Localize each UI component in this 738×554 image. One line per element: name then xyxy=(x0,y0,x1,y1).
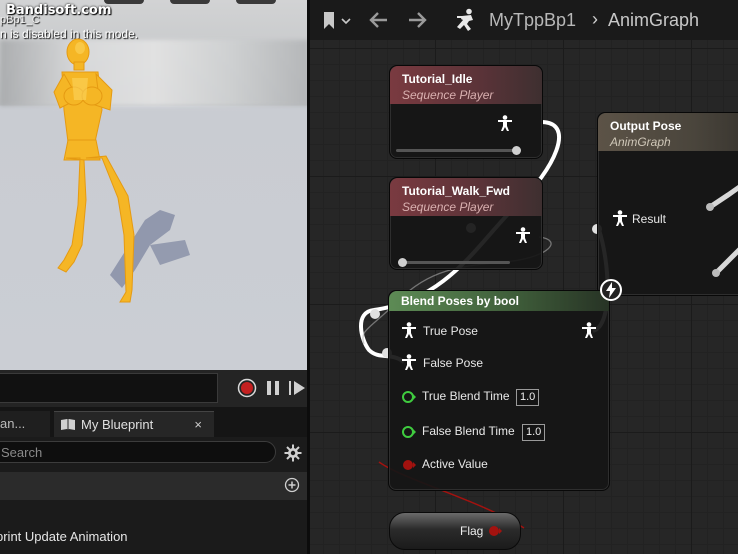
panel-tab-bar: an... My Blueprint × xyxy=(0,407,309,437)
anim-graph-editor[interactable]: MyTppBp1 › AnimGraph Tutorial_Idle Seque… xyxy=(309,0,738,554)
float-pin-icon[interactable] xyxy=(401,425,417,439)
book-icon xyxy=(61,419,75,430)
pose-pin-icon[interactable] xyxy=(401,322,417,339)
play-rate-slider[interactable] xyxy=(396,146,521,155)
pin-label-true-pose: True Pose xyxy=(423,324,478,338)
node-subtitle: AnimGraph xyxy=(610,135,671,149)
slider-knob[interactable] xyxy=(398,258,407,267)
pose-pin-icon[interactable] xyxy=(515,227,531,244)
node-title: Blend Poses by bool xyxy=(401,294,520,308)
node-output-pose[interactable]: Output Pose AnimGraph Result xyxy=(597,112,738,296)
tab-label: an... xyxy=(0,416,26,431)
viewport-toolbar-button[interactable] xyxy=(170,0,210,4)
node-blend-poses-by-bool[interactable]: Blend Poses by bool True Pose False Pose… xyxy=(388,279,622,491)
play-rate-slider[interactable] xyxy=(398,258,510,267)
animation-timeline xyxy=(0,370,309,407)
pin-label-false-pose: False Pose xyxy=(423,356,484,370)
pause-icon[interactable] xyxy=(263,378,283,398)
viewport-toolbar-button[interactable] xyxy=(236,0,276,4)
node-tutorial-idle[interactable]: Tutorial_Idle Sequence Player xyxy=(389,65,543,159)
character-mesh xyxy=(53,38,190,303)
node-title: Tutorial_Idle xyxy=(402,72,473,86)
my-blueprint-panel: an... My Blueprint × Search print Update… xyxy=(0,407,309,554)
pin-label-result: Result xyxy=(632,212,667,226)
node-subtitle: Sequence Player xyxy=(402,88,494,102)
add-icon[interactable] xyxy=(284,477,300,493)
timeline-scrubber[interactable] xyxy=(0,373,218,403)
tab-my-blueprint[interactable]: My Blueprint × xyxy=(54,411,214,437)
skeleton-preview-icon xyxy=(706,184,738,277)
search-row xyxy=(0,440,309,466)
false-blend-time-input[interactable]: 1.0 xyxy=(522,424,546,441)
node-flag-variable[interactable]: Flag xyxy=(389,512,521,550)
search-input[interactable] xyxy=(0,441,276,463)
category-header[interactable] xyxy=(0,472,309,500)
node-subtitle: Sequence Player xyxy=(402,200,494,214)
pin-label-active-value: Active Value xyxy=(422,457,488,471)
fast-path-icon xyxy=(600,279,622,301)
true-blend-time-input[interactable]: 1.0 xyxy=(516,389,540,406)
tab-anim-preview[interactable]: an... xyxy=(0,411,50,437)
close-icon[interactable]: × xyxy=(194,412,202,438)
play-icon[interactable] xyxy=(288,378,308,398)
pin-label-true-blend-time: True Blend Time xyxy=(422,389,510,403)
list-item[interactable]: print Update Animation xyxy=(0,529,128,544)
slider-knob[interactable] xyxy=(512,146,521,155)
panel-splitter[interactable] xyxy=(307,0,310,554)
preview-viewport[interactable]: pBp1_C n is disabled in this mode. Bandi… xyxy=(0,0,309,370)
pin-label-false-blend-time: False Blend Time xyxy=(422,424,515,438)
bool-pin-icon[interactable] xyxy=(401,458,417,472)
tab-label: My Blueprint xyxy=(81,417,154,432)
bool-output-pin-icon[interactable] xyxy=(488,525,502,537)
watermark: Bandisoft.com xyxy=(6,3,112,18)
variable-label-flag: Flag xyxy=(460,524,484,538)
node-title: Tutorial_Walk_Fwd xyxy=(402,184,511,198)
pose-pin-icon[interactable] xyxy=(612,210,628,227)
pose-output-pin-icon[interactable] xyxy=(581,322,597,339)
pose-pin-icon[interactable] xyxy=(497,115,513,132)
node-tutorial-walk-fwd[interactable]: Tutorial_Walk_Fwd Sequence Player xyxy=(389,177,543,270)
gear-icon[interactable] xyxy=(284,444,302,462)
pose-pin-icon[interactable] xyxy=(401,354,417,371)
record-icon[interactable] xyxy=(237,378,257,398)
node-title: Output Pose xyxy=(610,119,682,133)
float-pin-icon[interactable] xyxy=(401,390,417,404)
